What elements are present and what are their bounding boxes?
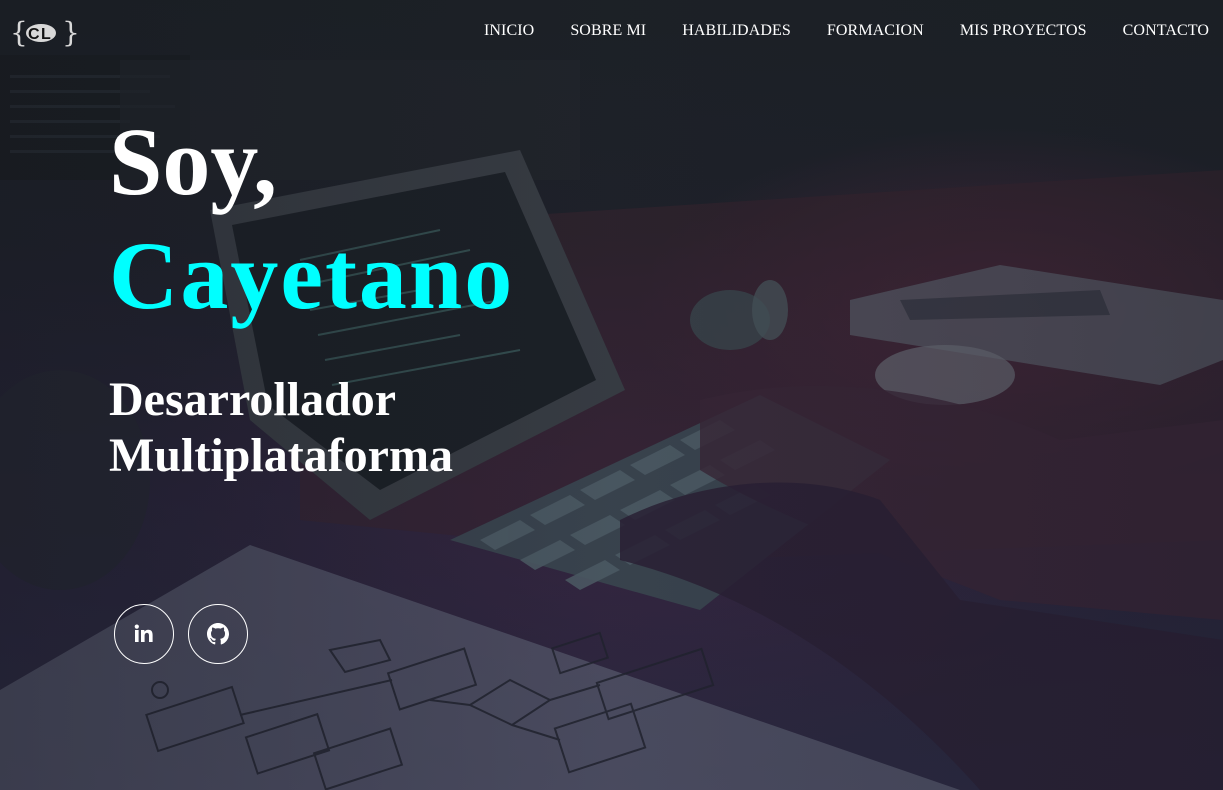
logo-icon: { C L } <box>10 16 78 49</box>
hero-role-line2: Multiplataforma <box>109 429 453 482</box>
hero-section: { C L } INICIO SOBRE MI HABILIDADES FORM… <box>0 0 1223 790</box>
site-logo[interactable]: { C L } <box>8 14 78 50</box>
github-button[interactable] <box>188 604 248 664</box>
nav-link-sobre-mi[interactable]: SOBRE MI <box>570 22 646 40</box>
svg-text:{: { <box>10 16 28 49</box>
hero-name: Cayetano <box>109 222 515 329</box>
social-links <box>114 604 248 664</box>
nav-link-contacto[interactable]: CONTACTO <box>1123 22 1209 40</box>
github-icon <box>207 623 229 645</box>
svg-text:L: L <box>41 26 51 43</box>
nav-link-habilidades[interactable]: HABILIDADES <box>682 22 791 40</box>
svg-text:}: } <box>62 16 78 49</box>
hero-greeting: Soy, <box>109 108 278 215</box>
linkedin-button[interactable] <box>114 604 174 664</box>
hero-role-line1: Desarrollador <box>109 373 397 426</box>
nav-link-mis-proyectos[interactable]: MIS PROYECTOS <box>960 22 1087 40</box>
nav-link-inicio[interactable]: INICIO <box>484 22 534 40</box>
svg-text:C: C <box>28 26 40 43</box>
nav-link-formacion[interactable]: FORMACION <box>827 22 924 40</box>
linkedin-icon <box>134 624 153 642</box>
navbar: { C L } INICIO SOBRE MI HABILIDADES FORM… <box>0 0 1223 70</box>
main-nav: INICIO SOBRE MI HABILIDADES FORMACION MI… <box>484 22 1209 40</box>
hero-role: Desarrollador Multiplataforma <box>109 372 453 484</box>
